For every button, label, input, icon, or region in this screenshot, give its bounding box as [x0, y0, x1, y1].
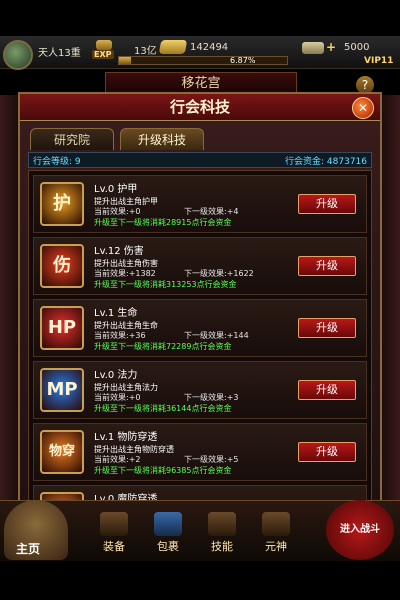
- skill-title: Lv.0 法力: [94, 370, 138, 381]
- skill-list[interactable]: 护 Lv.0 护甲 提升出战主角护甲 当前效果:+0 下一级效果:+4 升级至下…: [28, 170, 372, 504]
- background-left: [0, 95, 20, 515]
- exp-label: EXP: [92, 50, 114, 59]
- tab-upgrade[interactable]: 升级科技: [120, 128, 204, 150]
- equipment-icon: [100, 512, 128, 536]
- skill-row-mp: MP Lv.0 法力 提升出战主角法力 当前效果:+0 下一级效果:+3 升级至…: [33, 361, 367, 419]
- skill-cost: 升级至下一级将消耗28915点行会资金: [94, 218, 232, 227]
- exp-percent: 6.87%: [230, 56, 256, 65]
- skill-current-effect: 当前效果:+0: [94, 393, 141, 402]
- guild-level: 行会等级: 9: [33, 157, 81, 167]
- skill-cost: 升级至下一级将消耗72289点行会资金: [94, 342, 232, 351]
- upgrade-button[interactable]: 升级: [298, 318, 356, 338]
- skill-current-effect: 当前效果:+2: [94, 455, 141, 464]
- skill-next-effect: 下一级效果:+5: [184, 455, 239, 464]
- skill-next-effect: 下一级效果:+1622: [184, 269, 254, 278]
- nav-bag[interactable]: 包裹: [144, 512, 192, 554]
- skill-row-hp: HP Lv.1 生命 提升出战主角生命 当前效果:+36 下一级效果:+144 …: [33, 299, 367, 357]
- coin-icon: [96, 40, 112, 50]
- skill-cost: 升级至下一级将消耗36144点行会资金: [94, 404, 232, 413]
- guild-tech-panel: 行会科技 ✕ 研究院 升级科技 行会等级: 9 行会资金: 4873716 护 …: [18, 92, 382, 510]
- skill-title: Lv.1 生命: [94, 308, 138, 319]
- skill-current-effect: 当前效果:+0: [94, 207, 141, 216]
- upgrade-button[interactable]: 升级: [298, 256, 356, 276]
- vip-badge[interactable]: VIP11: [364, 56, 393, 66]
- add-gem-icon[interactable]: +: [326, 40, 336, 54]
- background-right: [380, 95, 400, 515]
- upgrade-button[interactable]: 升级: [298, 194, 356, 214]
- bag-icon: [154, 512, 182, 536]
- skill-row-damage: 伤 Lv.12 伤害 提升出战主角伤害 当前效果:+1382 下一级效果:+16…: [33, 237, 367, 295]
- gold-amount-2: 142494: [190, 42, 229, 53]
- skill-cost: 升级至下一级将消耗313253点行会资金: [94, 280, 237, 289]
- skill-title: Lv.12 伤害: [94, 246, 144, 257]
- skill-next-effect: 下一级效果:+4: [184, 207, 239, 216]
- spirit-icon: [262, 512, 290, 536]
- mp-icon: MP: [40, 368, 84, 412]
- close-button[interactable]: ✕: [352, 97, 374, 119]
- skill-title: Lv.0 护甲: [94, 184, 138, 195]
- panel-title: 行会科技: [20, 94, 380, 121]
- skill-title: Lv.1 物防穿透: [94, 432, 158, 443]
- diamond-count: 5000: [344, 42, 370, 53]
- skill-current-effect: 当前效果:+36: [94, 331, 146, 340]
- nav-skills[interactable]: 技能: [198, 512, 246, 554]
- upgrade-button[interactable]: 升级: [298, 380, 356, 400]
- nav-spirit[interactable]: 元神: [252, 512, 300, 554]
- skills-icon: [208, 512, 236, 536]
- exp-bar-fill: [119, 57, 131, 64]
- avatar[interactable]: [3, 40, 33, 70]
- guild-funds: 行会资金: 4873716: [285, 157, 367, 167]
- skill-next-effect: 下一级效果:+144: [184, 331, 249, 340]
- skill-current-effect: 当前效果:+1382: [94, 269, 156, 278]
- damage-icon: 伤: [40, 244, 84, 288]
- armor-icon: 护: [40, 182, 84, 226]
- close-icon: ✕: [357, 101, 369, 115]
- battle-label: 进入战斗: [340, 524, 380, 535]
- phys-pierce-icon: 物穿: [40, 430, 84, 474]
- skill-row-phys-pierce: 物穿 Lv.1 物防穿透 提升出战主角物防穿透 当前效果:+2 下一级效果:+5…: [33, 423, 367, 481]
- player-rank: 天人13重: [38, 48, 81, 59]
- skill-next-effect: 下一级效果:+3: [184, 393, 239, 402]
- tab-research[interactable]: 研究院: [30, 128, 114, 150]
- hp-icon: HP: [40, 306, 84, 350]
- gold-ingot-icon: [158, 40, 188, 54]
- nav-equipment[interactable]: 装备: [90, 512, 138, 554]
- exp-bar: [118, 56, 288, 65]
- home-label: 主页: [16, 542, 41, 556]
- skill-cost: 升级至下一级将消耗96385点行会资金: [94, 466, 232, 475]
- guild-stats-bar: 行会等级: 9 行会资金: 4873716: [28, 152, 372, 168]
- gold-amount-1: 13亿: [134, 46, 157, 57]
- upgrade-button[interactable]: 升级: [298, 442, 356, 462]
- skill-row-armor: 护 Lv.0 护甲 提升出战主角护甲 当前效果:+0 下一级效果:+4 升级至下…: [33, 175, 367, 233]
- gem-icon: [302, 42, 324, 54]
